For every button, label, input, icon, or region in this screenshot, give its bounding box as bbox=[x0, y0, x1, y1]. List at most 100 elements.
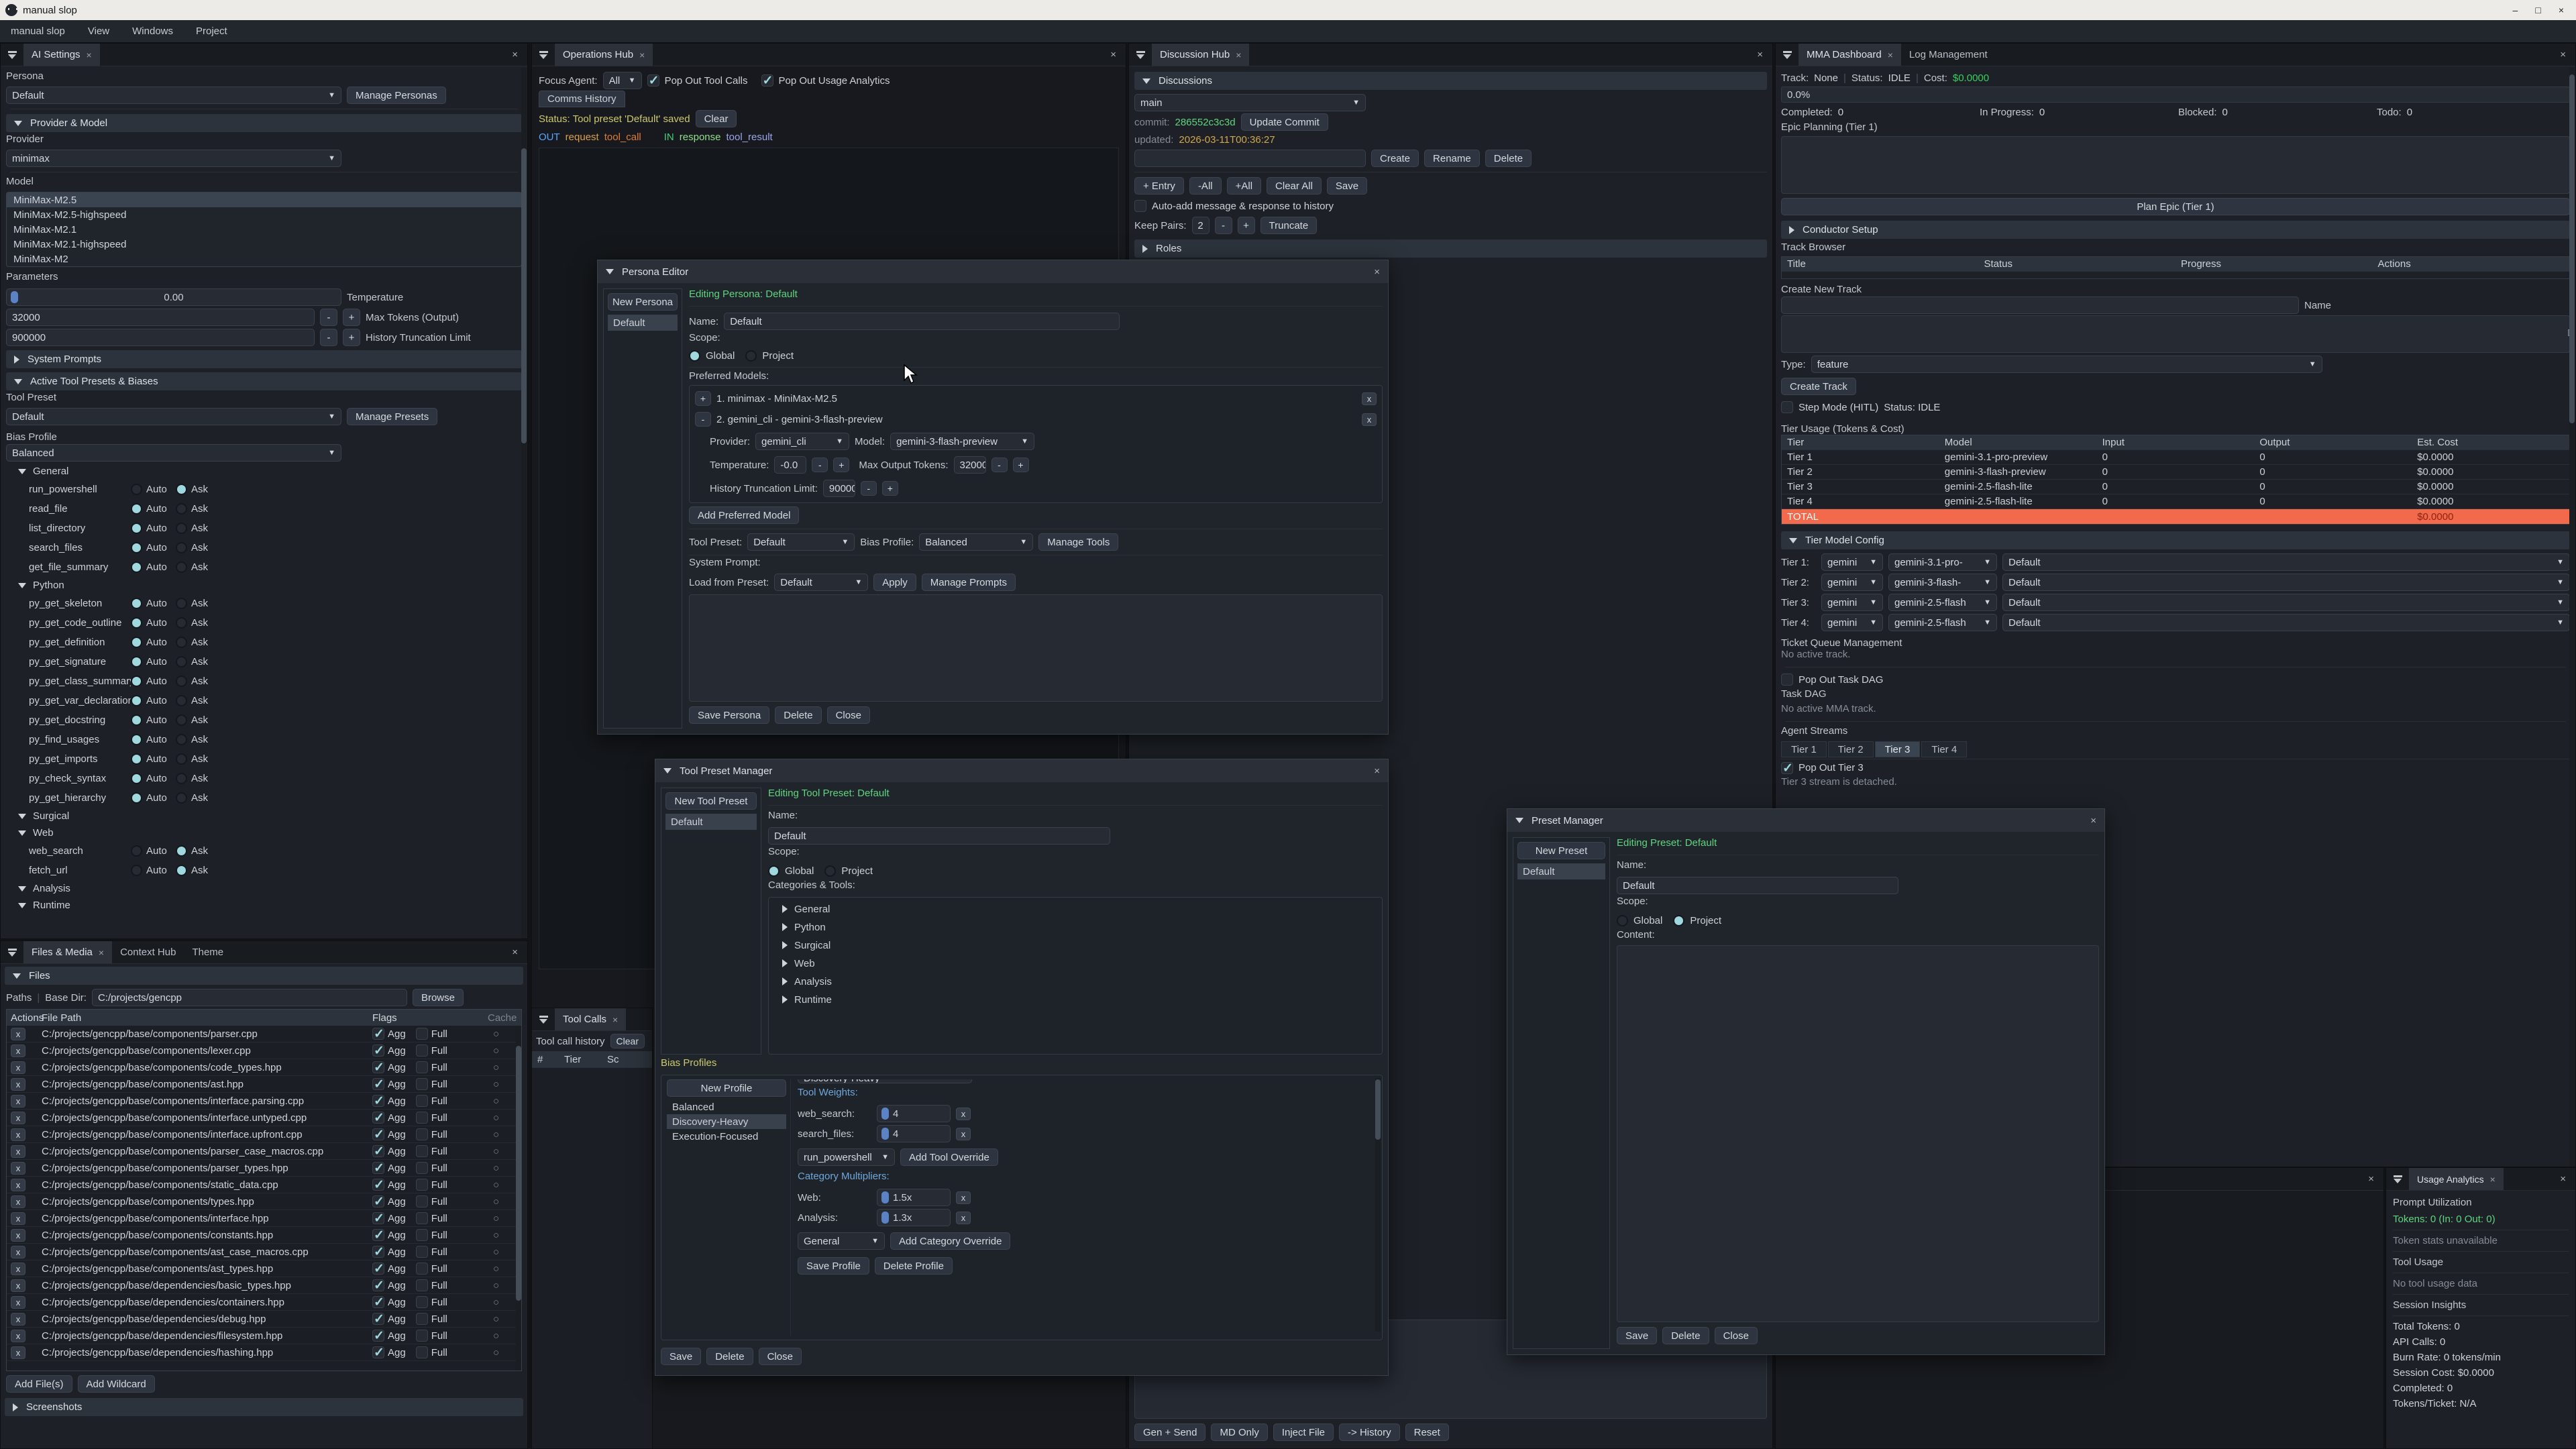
files-scrollbar[interactable] bbox=[516, 1026, 521, 1371]
agg-checkbox[interactable] bbox=[372, 1246, 384, 1258]
tab-close-icon[interactable]: × bbox=[612, 1014, 618, 1025]
scope-project-radio[interactable] bbox=[824, 865, 836, 877]
delete-tool-preset-button[interactable]: Delete bbox=[706, 1348, 753, 1365]
tier1-model-dropdown[interactable]: gemini-3.1-pro-▼ bbox=[1888, 553, 1997, 571]
full-checkbox[interactable] bbox=[416, 1229, 428, 1241]
py_get_imports-ask-radio[interactable] bbox=[176, 753, 187, 765]
discussions-section-header[interactable]: Discussions bbox=[1134, 72, 1767, 90]
category-analysis[interactable]: Analysis bbox=[774, 974, 1377, 989]
tier4-preset-dropdown[interactable]: Default▼ bbox=[2002, 614, 2570, 631]
model-option[interactable]: MiniMax-M2.1 bbox=[7, 222, 521, 237]
plan-epic-button[interactable]: Plan Epic (Tier 1) bbox=[1781, 198, 2570, 215]
maximize-icon[interactable]: □ bbox=[2535, 5, 2540, 15]
tab-files-media[interactable]: Files & Media× bbox=[23, 941, 112, 963]
tab-comms-history[interactable]: Comms History bbox=[539, 91, 625, 107]
tab-ai-settings[interactable]: AI Settings× bbox=[23, 44, 100, 66]
remove-file-button[interactable]: x bbox=[11, 1229, 25, 1242]
manage-presets-button[interactable]: Manage Presets bbox=[347, 408, 437, 425]
browse-button[interactable]: Browse bbox=[413, 989, 464, 1006]
full-checkbox[interactable] bbox=[416, 1128, 428, 1140]
pop-out-tool-calls-checkbox[interactable] bbox=[647, 74, 659, 87]
create-track-button[interactable]: Create Track bbox=[1781, 378, 1856, 395]
preset-name-input[interactable]: Default bbox=[1617, 877, 1898, 894]
provider-dropdown[interactable]: minimax▼ bbox=[6, 150, 341, 167]
remove-file-button[interactable]: x bbox=[11, 1061, 25, 1074]
full-checkbox[interactable] bbox=[416, 1263, 428, 1275]
tier4-model-dropdown[interactable]: gemini-2.5-flash▼ bbox=[1888, 614, 1997, 631]
panel-close-icon[interactable]: × bbox=[1748, 44, 1772, 66]
epic-planning-input[interactable] bbox=[1781, 136, 2570, 194]
full-checkbox[interactable] bbox=[416, 1028, 428, 1040]
agg-checkbox[interactable] bbox=[372, 1330, 384, 1342]
py_get_class_summary-auto-radio[interactable] bbox=[131, 676, 142, 687]
roles-section-header[interactable]: Roles bbox=[1134, 239, 1767, 258]
remove-file-button[interactable]: x bbox=[11, 1179, 25, 1191]
pref-provider-dropdown[interactable]: gemini_cli▼ bbox=[755, 433, 849, 450]
composer-button-gen-send[interactable]: Gen + Send bbox=[1134, 1424, 1205, 1441]
agg-checkbox[interactable] bbox=[372, 1061, 384, 1073]
files-section-header[interactable]: Files bbox=[5, 967, 523, 985]
full-checkbox[interactable] bbox=[416, 1279, 428, 1291]
persona-bias-dropdown[interactable]: Balanced▼ bbox=[919, 533, 1033, 551]
tab-discussion-hub[interactable]: Discussion Hub× bbox=[1152, 44, 1249, 66]
tab-close-icon[interactable]: × bbox=[1888, 50, 1893, 60]
fetch_url-auto-radio[interactable] bbox=[131, 865, 142, 876]
pref-hist-input[interactable]: 900000 bbox=[823, 480, 855, 497]
stream-tab-tier-3[interactable]: Tier 3 bbox=[1875, 741, 1921, 757]
agg-checkbox[interactable] bbox=[372, 1044, 384, 1057]
run_powershell-ask-radio[interactable] bbox=[176, 484, 187, 495]
close-preset-button[interactable]: Close bbox=[1715, 1327, 1758, 1344]
track-description-input[interactable] bbox=[1781, 315, 2570, 353]
remove-model-1-button[interactable]: x bbox=[1362, 392, 1377, 405]
rename-discussion-button[interactable]: Rename bbox=[1424, 150, 1480, 167]
bias-profile-dropdown[interactable]: Balanced▼ bbox=[6, 444, 341, 462]
agg-checkbox[interactable] bbox=[372, 1128, 384, 1140]
weight-web_search-remove-button[interactable]: x bbox=[956, 1108, 971, 1120]
max-tokens-input[interactable]: 32000 bbox=[6, 309, 315, 326]
full-checkbox[interactable] bbox=[416, 1095, 428, 1107]
tool-preset-titlebar[interactable]: Tool Preset Manager × bbox=[655, 759, 1388, 782]
tool-preset-name-input[interactable]: Default bbox=[768, 827, 1110, 845]
load-preset-dropdown[interactable]: Default▼ bbox=[774, 574, 868, 591]
temperature-slider[interactable]: 0.00 bbox=[6, 288, 341, 306]
apply-button[interactable]: Apply bbox=[873, 574, 916, 591]
read_file-ask-radio[interactable] bbox=[176, 503, 187, 515]
agg-checkbox[interactable] bbox=[372, 1212, 384, 1224]
scope-global-radio[interactable] bbox=[1617, 915, 1628, 926]
tab-close-icon[interactable]: × bbox=[99, 947, 104, 958]
temp-plus-button[interactable]: + bbox=[833, 458, 849, 472]
new-persona-button[interactable]: New Persona bbox=[608, 293, 678, 311]
tool-group-analysis[interactable]: Analysis bbox=[6, 880, 522, 897]
category-runtime[interactable]: Runtime bbox=[774, 992, 1377, 1007]
tab-context-hub[interactable]: Context Hub bbox=[112, 941, 184, 963]
remove-file-button[interactable]: x bbox=[11, 1128, 25, 1141]
temp-minus-button[interactable]: - bbox=[812, 458, 828, 472]
max-tokens-minus-button[interactable]: - bbox=[320, 309, 337, 326]
full-checkbox[interactable] bbox=[416, 1112, 428, 1124]
menu-item-project[interactable]: Project bbox=[196, 25, 227, 37]
tab-close-icon[interactable]: × bbox=[2490, 1174, 2496, 1185]
persona-name-input[interactable]: Default bbox=[724, 313, 1120, 330]
agg-checkbox[interactable] bbox=[372, 1095, 384, 1107]
multiplier-analysis-slider[interactable]: 1.3x bbox=[877, 1209, 951, 1226]
history-limit-minus-button[interactable]: - bbox=[320, 329, 337, 346]
add-preferred-model-button[interactable]: Add Preferred Model bbox=[689, 506, 799, 524]
weight-search_files-remove-button[interactable]: x bbox=[956, 1128, 971, 1140]
full-checkbox[interactable] bbox=[416, 1330, 428, 1342]
pref-temp-input[interactable]: -0.0 bbox=[774, 456, 806, 474]
pref-model-dropdown[interactable]: gemini-3-flash-preview▼ bbox=[890, 433, 1034, 450]
search_files-auto-radio[interactable] bbox=[131, 542, 142, 553]
py_get_definition-ask-radio[interactable] bbox=[176, 637, 187, 648]
track-name-input[interactable] bbox=[1781, 297, 2299, 314]
menu-item-view[interactable]: View bbox=[88, 25, 109, 37]
py_get_var_declaration-auto-radio[interactable] bbox=[131, 695, 142, 706]
dialog-close-icon[interactable]: × bbox=[2090, 815, 2096, 826]
discussion-select[interactable]: main▼ bbox=[1134, 94, 1366, 111]
profile-name-input[interactable]: Discovery-Heavy bbox=[798, 1079, 972, 1083]
ai-scrollbar[interactable] bbox=[521, 68, 527, 938]
panel-close-icon[interactable]: × bbox=[1101, 44, 1126, 66]
preset-content-input[interactable] bbox=[1617, 945, 2099, 1322]
py_get_var_declaration-ask-radio[interactable] bbox=[176, 695, 187, 706]
persona-dropdown[interactable]: Default▼ bbox=[6, 87, 341, 104]
remove-file-button[interactable]: x bbox=[11, 1044, 25, 1057]
